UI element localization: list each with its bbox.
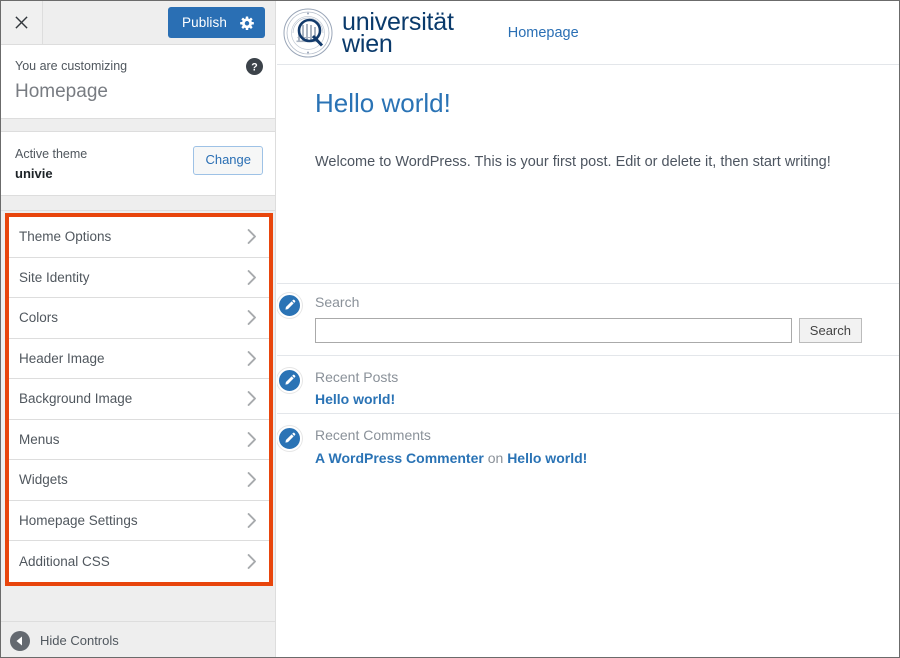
comment-connector: on: [483, 450, 508, 467]
sidebar-item-label: Colors: [19, 310, 59, 326]
gear-icon: [240, 15, 254, 30]
customizer-screen: Publish You are customizing Homepage ? A…: [0, 0, 900, 658]
change-theme-button[interactable]: Change: [193, 146, 263, 175]
customizer-topbar: Publish: [1, 1, 275, 45]
search-submit-button[interactable]: Search: [798, 318, 862, 344]
university-seal-icon: [282, 7, 334, 59]
wordmark-line-2: wien: [342, 29, 393, 58]
sidebar-item-label: Widgets: [19, 472, 68, 488]
pencil-edit-icon: [283, 299, 296, 312]
comment-author-link[interactable]: A WordPress Commenter: [315, 450, 484, 466]
customizing-kicker: You are customizing: [15, 59, 128, 73]
collapse-left-icon: [10, 630, 30, 651]
chevron-right-icon: [247, 269, 257, 285]
recent-comment-item: A WordPress Commenter on Hello world!: [315, 449, 862, 467]
sidebar-item-label: Menus: [19, 431, 60, 447]
site-preview-pane: universität wien Homepage Hello world! W…: [277, 1, 899, 657]
sidebar-item-additional-css[interactable]: Additional CSS: [9, 541, 269, 582]
chevron-right-icon: [247, 229, 257, 245]
customizer-sections-area: Theme Options Site Identity Colors Heade…: [1, 211, 275, 621]
comment-post-link[interactable]: Hello world!: [507, 450, 587, 466]
sidebar-item-colors[interactable]: Colors: [9, 298, 269, 339]
widget-recent-comments: Recent Comments A WordPress Commenter on…: [277, 413, 899, 466]
pencil-edit-icon: [283, 432, 296, 445]
post-article: Hello world! Welcome to WordPress. This …: [277, 65, 899, 173]
close-customizer-button[interactable]: [1, 1, 43, 44]
sidebar-item-label: Homepage Settings: [19, 512, 138, 528]
nav-item-homepage[interactable]: Homepage: [508, 25, 579, 41]
sidebar-item-menus[interactable]: Menus: [9, 419, 269, 461]
page-title: Homepage: [15, 80, 108, 102]
sections-highlight-box: Theme Options Site Identity Colors Heade…: [5, 213, 273, 586]
hide-controls-label: Hide Controls: [40, 633, 119, 648]
site-wordmark: universität wien: [342, 9, 454, 58]
widget-recent-comments-title: Recent Comments: [315, 427, 431, 444]
site-logo-link[interactable]: universität wien: [282, 7, 454, 59]
search-input[interactable]: [315, 318, 792, 344]
pencil-edit-icon: [283, 374, 296, 387]
hide-controls-button[interactable]: Hide Controls: [1, 621, 275, 657]
recent-post-link[interactable]: Hello world!: [315, 391, 862, 407]
active-theme-row: Active theme univie Change: [1, 132, 275, 197]
sidebar-item-label: Site Identity: [19, 269, 90, 285]
chevron-right-icon: [247, 391, 257, 407]
chevron-right-icon: [247, 512, 257, 528]
publish-button[interactable]: Publish: [168, 7, 265, 38]
widget-recent-posts-title: Recent Posts: [315, 369, 399, 386]
close-icon: [15, 16, 28, 29]
site-header: universität wien Homepage: [277, 1, 899, 65]
sidebar-spacer-1: [1, 119, 275, 133]
edit-widget-search-button[interactable]: [277, 293, 302, 319]
sidebar-item-theme-options[interactable]: Theme Options: [9, 217, 269, 258]
sidebar-item-label: Theme Options: [19, 229, 112, 245]
site-nav: Homepage: [508, 24, 579, 42]
sidebar-item-header-image[interactable]: Header Image: [9, 338, 269, 380]
help-button[interactable]: ?: [246, 58, 263, 75]
sidebar-item-site-identity[interactable]: Site Identity: [9, 257, 269, 299]
sidebar-item-homepage-settings[interactable]: Homepage Settings: [9, 500, 269, 542]
chevron-right-icon: [247, 472, 257, 488]
customizer-title-block: You are customizing Homepage ?: [1, 45, 275, 120]
post-excerpt: Welcome to WordPress. This is your first…: [315, 153, 831, 170]
customizer-sidebar: Publish You are customizing Homepage ? A…: [1, 1, 276, 657]
publish-settings-button[interactable]: [237, 7, 265, 38]
widget-recent-posts: Recent Posts Hello world!: [277, 355, 899, 413]
sidebar-item-widgets[interactable]: Widgets: [9, 460, 269, 501]
sidebar-item-label: Background Image: [19, 391, 133, 407]
sidebar-spacer-2: [1, 196, 275, 212]
sidebar-item-label: Header Image: [19, 350, 105, 366]
chevron-right-icon: [247, 553, 257, 569]
chevron-right-icon: [247, 350, 257, 366]
sidebar-widget-area: Search Search Recent Posts Hello world!: [277, 283, 899, 466]
widget-search-title: Search: [315, 294, 360, 311]
widget-search: Search Search: [277, 283, 899, 355]
post-title: Hello world!: [315, 88, 451, 118]
edit-widget-recent-posts-button[interactable]: [277, 368, 302, 394]
chevron-right-icon: [247, 310, 257, 326]
chevron-right-icon: [247, 431, 257, 447]
svg-text:?: ?: [251, 61, 257, 73]
publish-button-label: Publish: [182, 15, 227, 30]
sidebar-item-background-image[interactable]: Background Image: [9, 379, 269, 420]
edit-widget-recent-comments-button[interactable]: [277, 426, 302, 452]
sidebar-item-label: Additional CSS: [19, 553, 110, 569]
search-form: Search: [315, 318, 862, 344]
help-circle-icon: ?: [246, 58, 263, 75]
